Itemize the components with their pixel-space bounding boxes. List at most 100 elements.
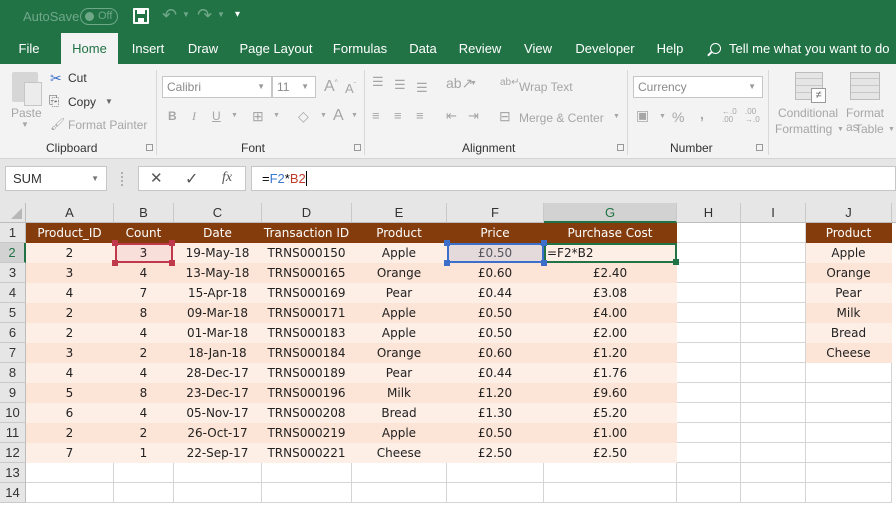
cell[interactable] [741, 343, 806, 363]
align-right-icon[interactable]: ≡ [416, 108, 424, 123]
format-as-table-button-line2[interactable]: Table [855, 122, 884, 136]
tab-help[interactable]: Help [652, 33, 688, 64]
table-cell[interactable]: Apple [352, 323, 447, 343]
cell[interactable] [544, 463, 677, 483]
column-header-h[interactable]: H [677, 203, 741, 223]
cell[interactable] [806, 463, 892, 483]
resize-handle[interactable] [444, 240, 450, 246]
customize-qat-icon[interactable]: ▾ [235, 9, 240, 20]
enter-icon[interactable]: ✓ [185, 169, 198, 189]
merge-center-button[interactable]: Merge & Center [519, 111, 604, 125]
table-cell[interactable]: 7 [114, 283, 174, 303]
table-cell[interactable]: 4 [114, 323, 174, 343]
paste-button[interactable]: Paste [11, 106, 42, 120]
cell[interactable] [677, 303, 741, 323]
cell[interactable] [677, 403, 741, 423]
cell[interactable] [352, 463, 447, 483]
table-cell[interactable]: TRNS000171 [262, 303, 352, 323]
table-cell[interactable]: 1 [114, 443, 174, 463]
table-cell[interactable]: 2 [26, 243, 114, 263]
table-cell[interactable]: TRNS000196 [262, 383, 352, 403]
table-header-cell[interactable]: Product [352, 223, 447, 243]
cell[interactable] [677, 323, 741, 343]
lookup-cell[interactable]: Orange [806, 263, 892, 283]
resize-handle[interactable] [169, 260, 175, 266]
cell[interactable] [447, 483, 544, 503]
cell[interactable] [174, 483, 262, 503]
table-cell[interactable]: 4 [26, 363, 114, 383]
table-cell[interactable]: £2.50 [447, 443, 544, 463]
row-header-14[interactable]: 14 [0, 483, 26, 503]
column-header-i[interactable]: I [741, 203, 806, 223]
table-header-cell[interactable]: Count [114, 223, 174, 243]
row-header-6[interactable]: 6 [0, 323, 26, 343]
lookup-cell[interactable]: Cheese [806, 343, 892, 363]
font-color-dropdown-icon[interactable]: ▼ [351, 112, 358, 119]
cell[interactable] [806, 483, 892, 503]
undo-dropdown-icon[interactable]: ▼ [182, 10, 190, 19]
tab-data[interactable]: Data [404, 33, 442, 64]
lookup-cell[interactable]: Pear [806, 283, 892, 303]
decrease-indent-icon[interactable]: ⇤ [446, 108, 457, 124]
lookup-cell[interactable]: Milk [806, 303, 892, 323]
table-cell[interactable]: 2 [114, 423, 174, 443]
tab-home[interactable]: Home [61, 33, 118, 64]
paste-dropdown-icon[interactable]: ▼ [21, 120, 29, 129]
table-cell[interactable]: TRNS000208 [262, 403, 352, 423]
cell[interactable] [677, 283, 741, 303]
tell-me-search[interactable]: Tell me what you want to do [710, 33, 889, 64]
redo-icon[interactable]: ↷ [197, 5, 212, 26]
decrease-font-icon[interactable]: Aˇ [345, 81, 356, 96]
cell[interactable] [741, 283, 806, 303]
cell[interactable] [677, 343, 741, 363]
resize-handle[interactable] [541, 260, 547, 266]
cell[interactable] [806, 403, 892, 423]
cell[interactable] [677, 223, 741, 243]
cell[interactable] [677, 263, 741, 283]
align-center-icon[interactable]: ≡ [394, 108, 402, 123]
table-cell[interactable]: £0.60 [447, 343, 544, 363]
table-cell[interactable]: TRNS000183 [262, 323, 352, 343]
lookup-header-cell[interactable]: Product [806, 223, 892, 243]
cell[interactable] [741, 403, 806, 423]
table-cell[interactable]: Apple [352, 423, 447, 443]
table-cell[interactable]: 09-Mar-18 [174, 303, 262, 323]
cell[interactable] [741, 243, 806, 263]
cell[interactable] [741, 483, 806, 503]
cell[interactable] [806, 443, 892, 463]
resize-handle[interactable] [112, 260, 118, 266]
percent-button[interactable]: % [672, 109, 684, 125]
cell[interactable] [741, 303, 806, 323]
paste-icon[interactable] [12, 72, 42, 106]
table-cell[interactable]: £4.00 [544, 303, 677, 323]
table-cell[interactable]: £0.44 [447, 283, 544, 303]
cell[interactable] [677, 243, 741, 263]
row-header-7[interactable]: 7 [0, 343, 26, 363]
table-header-cell[interactable]: Transaction ID [262, 223, 352, 243]
cell[interactable] [741, 443, 806, 463]
name-box[interactable]: SUM ▼ [5, 166, 107, 191]
cell[interactable] [741, 223, 806, 243]
table-cell[interactable]: £1.00 [544, 423, 677, 443]
table-cell[interactable]: Bread [352, 403, 447, 423]
number-dialog-launcher[interactable] [756, 144, 763, 151]
column-header-d[interactable]: D [262, 203, 352, 223]
table-cell[interactable]: 23-Dec-17 [174, 383, 262, 403]
underline-button[interactable]: U [212, 109, 221, 123]
column-header-k[interactable] [892, 203, 896, 223]
cell[interactable] [741, 363, 806, 383]
lookup-cell[interactable]: Apple [806, 243, 892, 263]
lookup-cell[interactable]: Bread [806, 323, 892, 343]
table-cell[interactable]: £1.20 [544, 343, 677, 363]
cell[interactable] [677, 383, 741, 403]
tab-developer[interactable]: Developer [570, 33, 640, 64]
spreadsheet-grid[interactable]: A B C D E F G H I J 1 2 3 4 5 6 7 8 9 10 11 12 13 14 Product_ID C… [0, 203, 896, 512]
resize-handle[interactable] [121, 172, 124, 186]
column-header-b[interactable]: B [114, 203, 174, 223]
table-cell[interactable]: 5 [26, 383, 114, 403]
cell[interactable] [741, 323, 806, 343]
accounting-dropdown-icon[interactable]: ▼ [659, 113, 666, 120]
cell[interactable] [806, 363, 892, 383]
copy-dropdown-icon[interactable]: ▼ [105, 97, 113, 106]
table-header-cell[interactable]: Price [447, 223, 544, 243]
